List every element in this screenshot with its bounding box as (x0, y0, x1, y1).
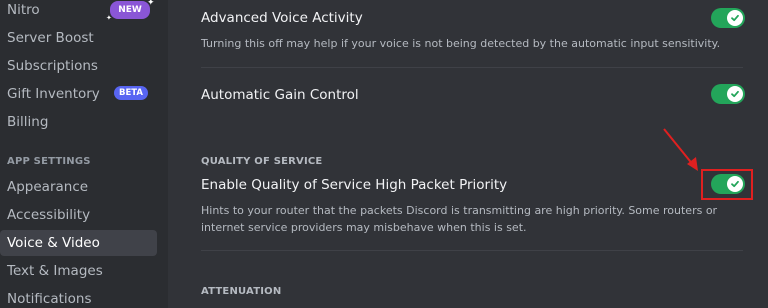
sidebar-item-label: Server Boost (7, 30, 94, 46)
sparkle-icon: ✦ (147, 0, 155, 8)
sparkle-icon: ✦ (106, 14, 112, 22)
sidebar-item-appearance[interactable]: Appearance (0, 174, 157, 200)
advanced-voice-activity-toggle[interactable] (711, 8, 745, 28)
automatic-gain-control-toggle[interactable] (711, 84, 745, 104)
sidebar-section-header: APP SETTINGS (7, 156, 91, 167)
qos-high-packet-priority-title: Enable Quality of Service High Packet Pr… (201, 177, 508, 193)
sidebar-item-text-images[interactable]: Text & Images (0, 258, 157, 284)
highlight-box (701, 169, 753, 200)
attenuation-header: ATTENUATION (201, 286, 282, 297)
sidebar-item-label: Notifications (7, 291, 92, 307)
sidebar-item-label: Subscriptions (7, 58, 98, 74)
sidebar-item-server-boost[interactable]: Server Boost (0, 25, 157, 51)
sidebar-item-label: Gift Inventory (7, 86, 100, 102)
beta-badge: BETA (114, 86, 148, 100)
check-icon (727, 86, 743, 102)
advanced-voice-activity-title: Advanced Voice Activity (201, 10, 363, 26)
check-icon (727, 10, 743, 26)
sidebar-item-label: Accessibility (7, 207, 91, 223)
qos-high-packet-priority-description: Hints to your router that the packets Di… (201, 204, 718, 234)
divider (201, 67, 743, 68)
sidebar-item-accessibility[interactable]: Accessibility (0, 202, 157, 228)
automatic-gain-control-title: Automatic Gain Control (201, 87, 359, 103)
sidebar-item-label: Appearance (7, 179, 89, 195)
sidebar-item-label: Nitro (7, 2, 40, 18)
sidebar-item-label: Text & Images (7, 263, 103, 279)
red-arrow-annotation (663, 128, 698, 171)
sidebar-item-label: Voice & Video (7, 235, 100, 251)
divider (201, 250, 743, 251)
new-badge: NEW (110, 1, 150, 19)
sidebar-item-voice-video[interactable]: Voice & Video (0, 230, 157, 256)
sidebar-item-subscriptions[interactable]: Subscriptions (0, 53, 157, 79)
settings-sidebar: Nitro NEW ✦ ✦ Server Boost Subscriptions… (0, 0, 168, 308)
sidebar-item-label: Billing (7, 114, 49, 130)
sidebar-item-notifications[interactable]: Notifications (0, 286, 157, 308)
quality-of-service-header: QUALITY OF SERVICE (201, 156, 323, 167)
advanced-voice-activity-description: Turning this off may help if your voice … (201, 37, 721, 50)
sidebar-item-billing[interactable]: Billing (0, 109, 157, 135)
